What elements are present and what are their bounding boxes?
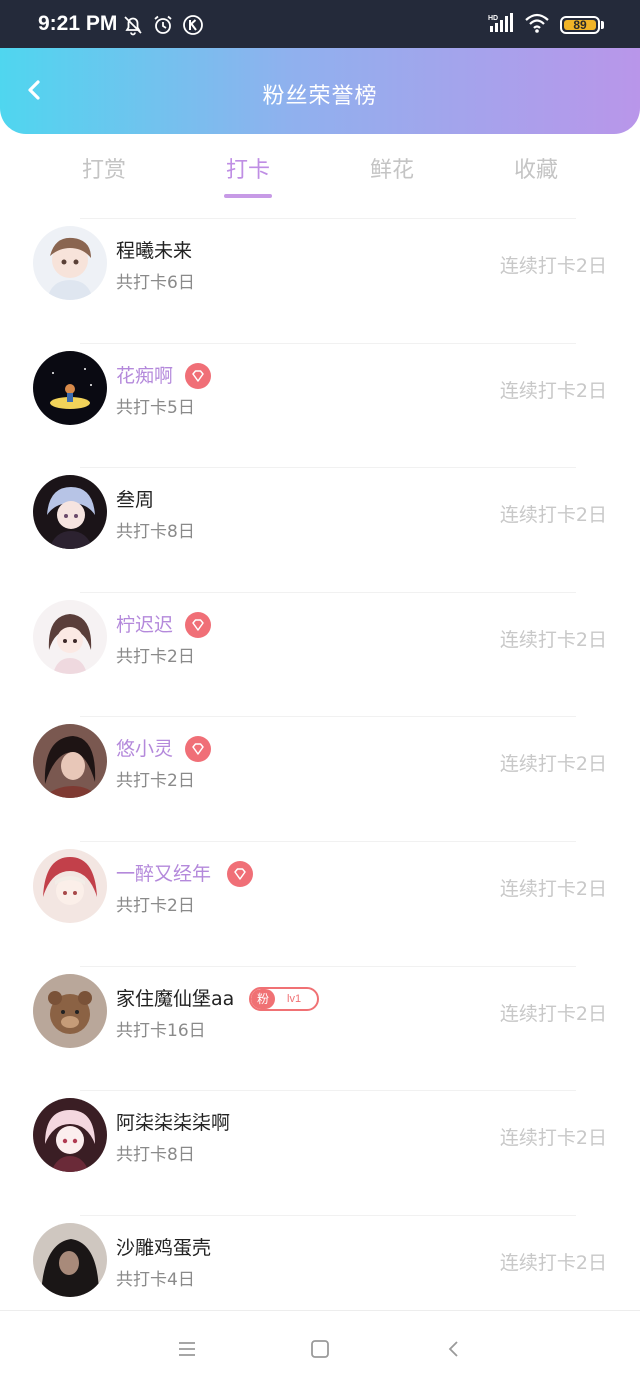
checkin-total: 共打卡2日 [116,771,195,792]
user-name: 沙雕鸡蛋壳 [116,1236,212,1259]
user-name: 阿柒柒柒柒啊 [116,1112,231,1135]
checkin-total: 共打卡6日 [116,273,195,293]
avatar[interactable] [33,1098,107,1173]
list-item[interactable]: 阿柒柒柒柒啊 共打卡8日 连续打卡2日 [0,1090,640,1215]
battery-level: 89 [573,18,587,32]
divider [80,467,576,469]
fan-badge-level: lv1 [287,992,302,1005]
divider [80,965,576,967]
checkin-total: 共打卡16日 [116,1020,206,1041]
checkin-total: 共打卡2日 [116,895,195,916]
list-item[interactable]: 柠迟迟 共打卡2日 连续打卡2日 [0,591,640,717]
status-bar: 9:21 PM HD 89 [0,0,640,48]
checkin-streak: 连续打卡2日 [499,504,607,527]
list-item[interactable]: 家住魔仙堡aa 粉 lv1 共打卡16日 连续打卡2日 [0,965,640,1091]
list-item[interactable]: 悠小灵 共打卡2日 连续打卡2日 [0,716,640,841]
checkin-total: 共打卡2日 [116,646,195,667]
checkin-streak: 连续打卡2日 [499,877,607,900]
back-triangle-icon [448,1341,458,1357]
divider [80,218,576,219]
badge-group [227,860,253,887]
avatar[interactable] [33,599,107,674]
user-name: 程曦未来 [116,240,193,262]
header: 粉丝荣誉榜 [0,48,640,134]
signal-icon: HD [488,12,514,38]
list-item[interactable]: 一醉又经年 共打卡2日 连续打卡2日 [0,840,640,966]
divider [80,591,576,593]
fan-list: 程曦未来 共打卡6日 连续打卡2日 花痴啊 共打卡5日 连续打卡2日 叁周 共打… [0,218,640,1339]
checkin-total: 共打卡5日 [116,397,195,418]
divider [80,342,576,344]
tab-flowers[interactable]: 鲜花 [342,152,442,184]
mute-bell-icon [122,14,144,36]
vip-diamond-icon [185,362,211,389]
avatar[interactable] [33,475,107,550]
checkin-streak: 连续打卡2日 [499,753,607,776]
list-item[interactable]: 叁周 共打卡8日 连续打卡2日 [0,467,640,592]
home-square-icon [311,1340,329,1358]
checkin-total: 共打卡8日 [116,1145,195,1166]
battery-tip [601,21,604,29]
avatar[interactable] [33,350,107,425]
avatar[interactable] [33,973,107,1048]
status-icons-left [122,14,204,36]
list-item[interactable]: 程曦未来 共打卡6日 连续打卡2日 [0,218,640,343]
user-name: 家住魔仙堡aa [116,987,235,1010]
battery-icon: 89 [560,16,600,34]
checkin-total: 共打卡4日 [116,1269,195,1290]
svg-text:HD: HD [488,15,498,22]
avatar[interactable] [33,848,107,923]
checkin-streak: 连续打卡2日 [499,1251,607,1274]
vip-diamond-icon [227,860,253,887]
divider [80,1214,576,1216]
user-name: 花痴啊 [116,364,174,387]
menu-icon [179,1342,195,1356]
menu-button[interactable] [175,1337,199,1361]
page-title: 粉丝荣誉榜 [262,84,378,109]
back-nav-button[interactable] [442,1337,466,1361]
system-nav-bar [0,1310,640,1387]
tab-bar: 打赏 打卡 鲜花 收藏 [0,142,640,202]
user-name: 柠迟迟 [116,613,174,636]
status-icons-right: HD 89 [488,12,604,38]
badge-group: 粉 lv1 [249,986,320,1012]
tab-checkin[interactable]: 打卡 [198,152,298,184]
wifi-icon [524,12,550,38]
fan-level-badge: 粉 lv1 [249,986,320,1011]
checkin-streak: 连续打卡2日 [499,1002,607,1025]
home-button[interactable] [308,1337,332,1361]
list-item[interactable]: 花痴啊 共打卡5日 连续打卡2日 [0,342,640,468]
tab-favorites[interactable]: 收藏 [486,152,586,184]
avatar[interactable] [33,226,107,300]
k-icon [182,14,204,36]
divider [80,840,576,842]
fan-badge-label: 粉 [251,988,276,1009]
alarm-icon [152,14,174,36]
avatar[interactable] [33,1222,107,1297]
badge-group [185,736,211,763]
status-time: 9:21 PM [38,12,118,35]
checkin-streak: 连续打卡2日 [499,1127,607,1150]
tab-tipping[interactable]: 打赏 [54,152,154,184]
user-name: 悠小灵 [116,738,174,761]
checkin-streak: 连续打卡2日 [499,379,607,402]
vip-diamond-icon [185,611,211,638]
badge-group [185,362,211,389]
checkin-streak: 连续打卡2日 [499,628,607,651]
avatar[interactable] [33,724,107,799]
vip-diamond-icon [185,736,211,763]
user-name: 一醉又经年 [116,862,212,885]
checkin-total: 共打卡8日 [116,522,195,543]
checkin-streak: 连续打卡2日 [499,255,607,277]
user-name: 叁周 [116,489,155,512]
divider [80,1090,576,1092]
divider [80,716,576,718]
badge-group [185,611,211,638]
active-tab-indicator [224,194,272,198]
